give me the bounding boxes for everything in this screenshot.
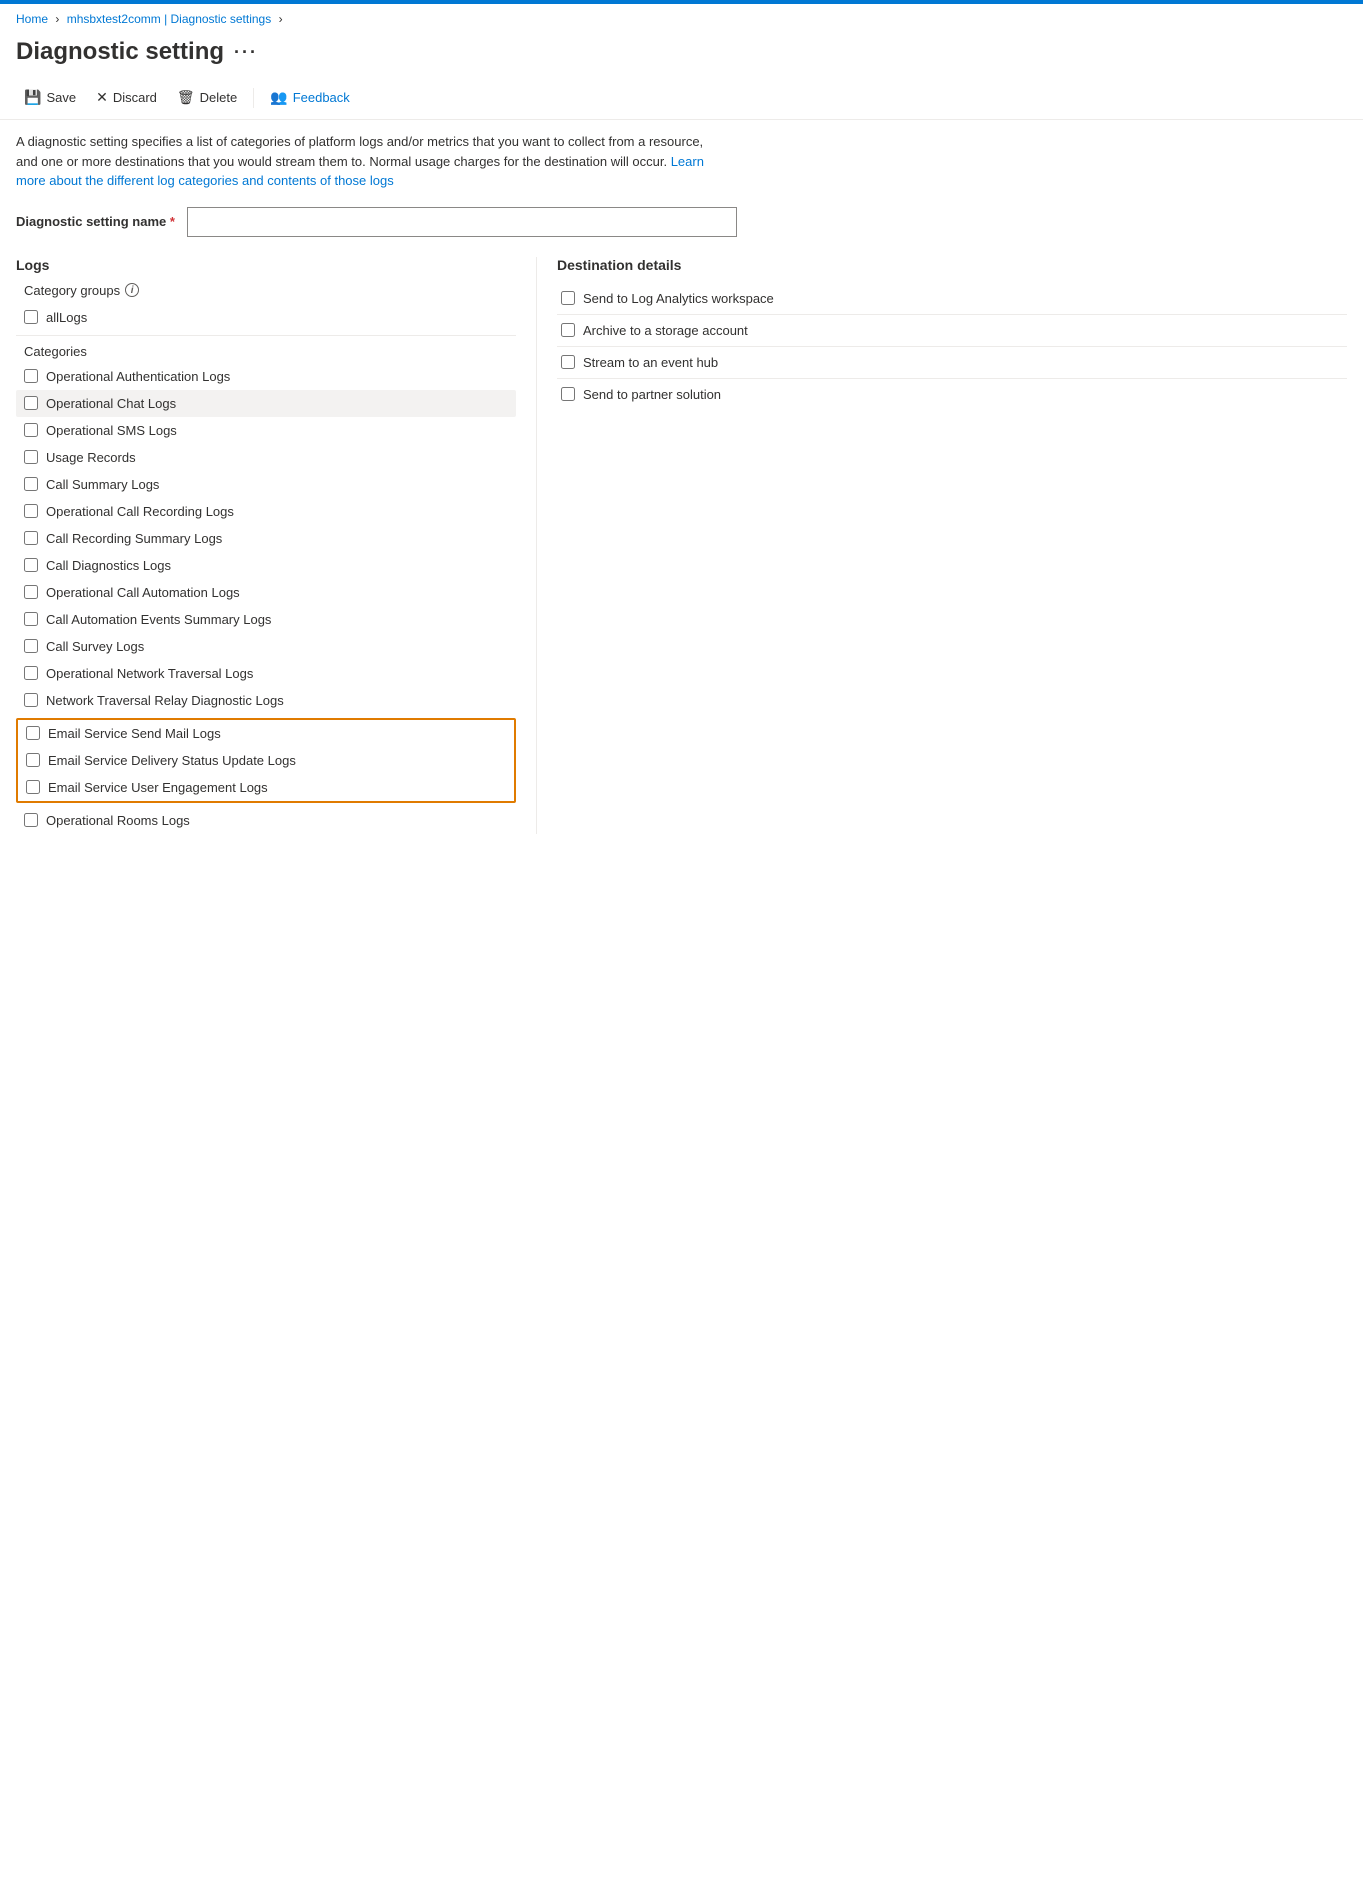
operational-chat-label: Operational Chat Logs — [46, 396, 176, 411]
call-summary-checkbox[interactable] — [24, 477, 38, 491]
storage-account-label: Archive to a storage account — [583, 323, 748, 338]
category-groups-label: Category groups i — [16, 283, 516, 298]
call-recording-summary-checkbox[interactable] — [24, 531, 38, 545]
call-summary-label: Call Summary Logs — [46, 477, 159, 492]
email-user-engagement-checkbox[interactable] — [26, 780, 40, 794]
operational-call-recording-checkbox[interactable] — [24, 504, 38, 518]
call-recording-summary-label: Call Recording Summary Logs — [46, 531, 222, 546]
operational-call-automation-checkbox[interactable] — [24, 585, 38, 599]
breadcrumb: Home › mhsbxtest2comm | Diagnostic setti… — [0, 4, 1363, 34]
storage-account-checkbox[interactable] — [561, 323, 575, 337]
chevron-icon-2: › — [279, 12, 283, 26]
operational-auth-checkbox[interactable] — [24, 369, 38, 383]
operational-sms-checkbox[interactable] — [24, 423, 38, 437]
call-automation-events-label: Call Automation Events Summary Logs — [46, 612, 271, 627]
email-user-engagement-row[interactable]: Email Service User Engagement Logs — [18, 774, 514, 801]
setting-name-row: Diagnostic setting name * — [16, 207, 1347, 237]
info-icon[interactable]: i — [125, 283, 139, 297]
usage-records-checkbox[interactable] — [24, 450, 38, 464]
operational-network-traversal-checkbox[interactable] — [24, 666, 38, 680]
ellipsis-menu[interactable]: ··· — [234, 42, 258, 63]
event-hub-label: Stream to an event hub — [583, 355, 718, 370]
logs-column: Logs Category groups i allLogs Categorie… — [16, 257, 536, 834]
call-automation-events-checkbox[interactable] — [24, 612, 38, 626]
email-send-mail-row[interactable]: Email Service Send Mail Logs — [18, 720, 514, 747]
discard-icon: ✕ — [96, 89, 108, 106]
operational-chat-checkbox[interactable] — [24, 396, 38, 410]
call-survey-label: Call Survey Logs — [46, 639, 144, 654]
operational-sms-row[interactable]: Operational SMS Logs — [16, 417, 516, 444]
required-indicator: * — [170, 214, 175, 229]
call-automation-events-row[interactable]: Call Automation Events Summary Logs — [16, 606, 516, 633]
discard-button[interactable]: ✕ Discard — [88, 84, 165, 111]
operational-chat-row[interactable]: Operational Chat Logs — [16, 390, 516, 417]
call-diagnostics-label: Call Diagnostics Logs — [46, 558, 171, 573]
description-text: A diagnostic setting specifies a list of… — [16, 132, 716, 191]
operational-sms-label: Operational SMS Logs — [46, 423, 177, 438]
call-recording-summary-row[interactable]: Call Recording Summary Logs — [16, 525, 516, 552]
log-analytics-checkbox[interactable] — [561, 291, 575, 305]
delete-button[interactable]: 🗑 Delete — [169, 84, 245, 111]
allLogs-row[interactable]: allLogs — [16, 304, 516, 331]
breadcrumb-home[interactable]: Home — [16, 12, 48, 26]
operational-rooms-checkbox[interactable] — [24, 813, 38, 827]
network-traversal-relay-checkbox[interactable] — [24, 693, 38, 707]
dest-storage-account-row[interactable]: Archive to a storage account — [557, 315, 1347, 347]
email-delivery-status-label: Email Service Delivery Status Update Log… — [48, 753, 296, 768]
breadcrumb-resource[interactable]: mhsbxtest2comm | Diagnostic settings — [67, 12, 272, 26]
feedback-button[interactable]: 👥 Feedback — [262, 84, 358, 111]
setting-name-label: Diagnostic setting name * — [16, 214, 175, 229]
content: A diagnostic setting specifies a list of… — [0, 120, 1363, 846]
operational-network-traversal-row[interactable]: Operational Network Traversal Logs — [16, 660, 516, 687]
email-delivery-status-row[interactable]: Email Service Delivery Status Update Log… — [18, 747, 514, 774]
operational-auth-row[interactable]: Operational Authentication Logs — [16, 363, 516, 390]
categories-label: Categories — [24, 344, 516, 359]
operational-call-recording-label: Operational Call Recording Logs — [46, 504, 234, 519]
feedback-icon: 👥 — [270, 89, 287, 106]
call-survey-checkbox[interactable] — [24, 639, 38, 653]
call-diagnostics-row[interactable]: Call Diagnostics Logs — [16, 552, 516, 579]
call-diagnostics-checkbox[interactable] — [24, 558, 38, 572]
setting-name-input[interactable] — [187, 207, 737, 237]
email-send-mail-label: Email Service Send Mail Logs — [48, 726, 221, 741]
usage-records-label: Usage Records — [46, 450, 136, 465]
dest-log-analytics-row[interactable]: Send to Log Analytics workspace — [557, 283, 1347, 315]
operational-call-recording-row[interactable]: Operational Call Recording Logs — [16, 498, 516, 525]
save-icon: 💾 — [24, 89, 41, 106]
two-column-layout: Logs Category groups i allLogs Categorie… — [16, 257, 1347, 834]
chevron-icon: › — [55, 12, 59, 26]
allLogs-checkbox[interactable] — [24, 310, 38, 324]
operational-rooms-label: Operational Rooms Logs — [46, 813, 190, 828]
page-title: Diagnostic setting ··· — [0, 34, 1363, 78]
call-survey-row[interactable]: Call Survey Logs — [16, 633, 516, 660]
network-traversal-relay-label: Network Traversal Relay Diagnostic Logs — [46, 693, 284, 708]
toolbar: 💾 Save ✕ Discard 🗑 Delete 👥 Feedback — [0, 78, 1363, 120]
delete-icon: 🗑 — [177, 89, 195, 106]
network-traversal-relay-row[interactable]: Network Traversal Relay Diagnostic Logs — [16, 687, 516, 714]
destination-section-header: Destination details — [557, 257, 1347, 273]
email-delivery-status-checkbox[interactable] — [26, 753, 40, 767]
allLogs-label: allLogs — [46, 310, 87, 325]
email-group-box: Email Service Send Mail Logs Email Servi… — [16, 718, 516, 803]
operational-call-automation-row[interactable]: Operational Call Automation Logs — [16, 579, 516, 606]
usage-records-row[interactable]: Usage Records — [16, 444, 516, 471]
dest-partner-solution-row[interactable]: Send to partner solution — [557, 379, 1347, 410]
dest-event-hub-row[interactable]: Stream to an event hub — [557, 347, 1347, 379]
divider — [16, 335, 516, 336]
partner-solution-checkbox[interactable] — [561, 387, 575, 401]
toolbar-divider — [253, 88, 254, 108]
call-summary-row[interactable]: Call Summary Logs — [16, 471, 516, 498]
operational-call-automation-label: Operational Call Automation Logs — [46, 585, 240, 600]
event-hub-checkbox[interactable] — [561, 355, 575, 369]
email-send-mail-checkbox[interactable] — [26, 726, 40, 740]
operational-rooms-row[interactable]: Operational Rooms Logs — [16, 807, 516, 834]
destination-column: Destination details Send to Log Analytic… — [536, 257, 1347, 834]
save-button[interactable]: 💾 Save — [16, 84, 84, 111]
operational-auth-label: Operational Authentication Logs — [46, 369, 230, 384]
email-user-engagement-label: Email Service User Engagement Logs — [48, 780, 268, 795]
operational-network-traversal-label: Operational Network Traversal Logs — [46, 666, 253, 681]
logs-section-header: Logs — [16, 257, 516, 273]
log-analytics-label: Send to Log Analytics workspace — [583, 291, 774, 306]
partner-solution-label: Send to partner solution — [583, 387, 721, 402]
